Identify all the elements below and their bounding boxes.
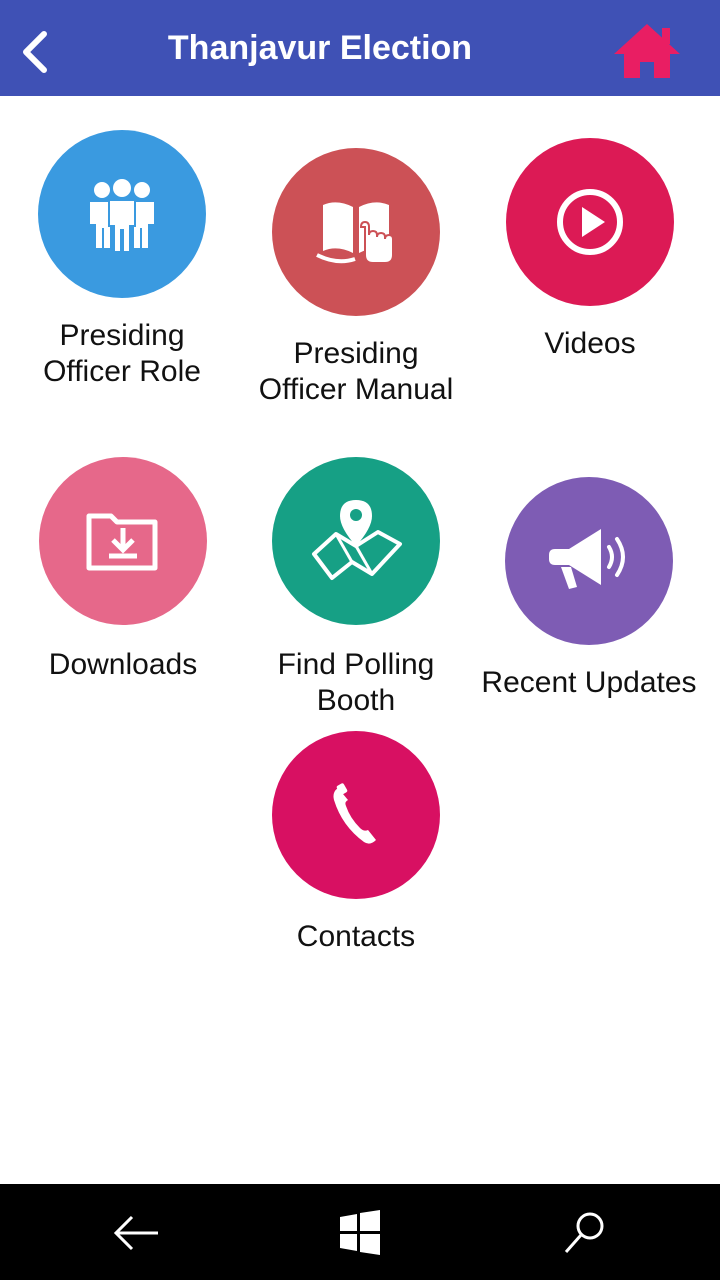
presiding-officer-role-label: Presiding Officer Role: [43, 319, 201, 388]
find-polling-booth-circle: [272, 457, 440, 625]
downloads-circle: [39, 457, 207, 625]
book-touch-icon: [316, 202, 394, 264]
recent-updates-circle: [505, 477, 673, 645]
menu-item-videos[interactable]: Videos: [506, 138, 674, 378]
group-icon: [90, 179, 154, 253]
arrow-left-icon[interactable]: [106, 1208, 166, 1258]
recent-updates-label: Recent Updates: [481, 666, 697, 699]
find-polling-booth-label: Find Polling Booth: [277, 648, 435, 717]
search-icon[interactable]: [556, 1208, 616, 1258]
app-header: Thanjavur Election: [0, 0, 720, 96]
presiding-officer-manual-label: Presiding Officer Manual: [258, 337, 454, 406]
windows-icon[interactable]: [330, 1208, 390, 1258]
presiding-officer-role-circle: [38, 130, 206, 298]
system-nav-bar: [0, 1184, 720, 1280]
presiding-officer-manual-circle: [272, 148, 440, 316]
folder-download-icon: [86, 513, 158, 571]
menu-item-contacts[interactable]: Contacts: [272, 731, 440, 971]
menu-item-presiding-officer-manual[interactable]: Presiding Officer Manual: [259, 148, 453, 418]
megaphone-icon: [549, 529, 625, 589]
contacts-label: Contacts: [296, 920, 416, 953]
menu-item-find-polling-booth[interactable]: Find Polling Booth: [272, 457, 440, 727]
page-title: Thanjavur Election: [167, 29, 473, 67]
videos-label: Videos: [544, 327, 636, 360]
map-pin-icon: [312, 500, 402, 580]
phone-icon: [333, 783, 376, 844]
videos-circle: [506, 138, 674, 306]
menu-item-presiding-officer-role[interactable]: Presiding Officer Role: [38, 130, 206, 400]
play-icon: [557, 189, 623, 255]
downloads-label: Downloads: [48, 648, 198, 681]
home-icon[interactable]: [612, 20, 682, 80]
menu-item-downloads[interactable]: Downloads: [39, 457, 207, 697]
contacts-circle: [272, 731, 440, 899]
menu-item-recent-updates[interactable]: Recent Updates: [481, 477, 697, 717]
